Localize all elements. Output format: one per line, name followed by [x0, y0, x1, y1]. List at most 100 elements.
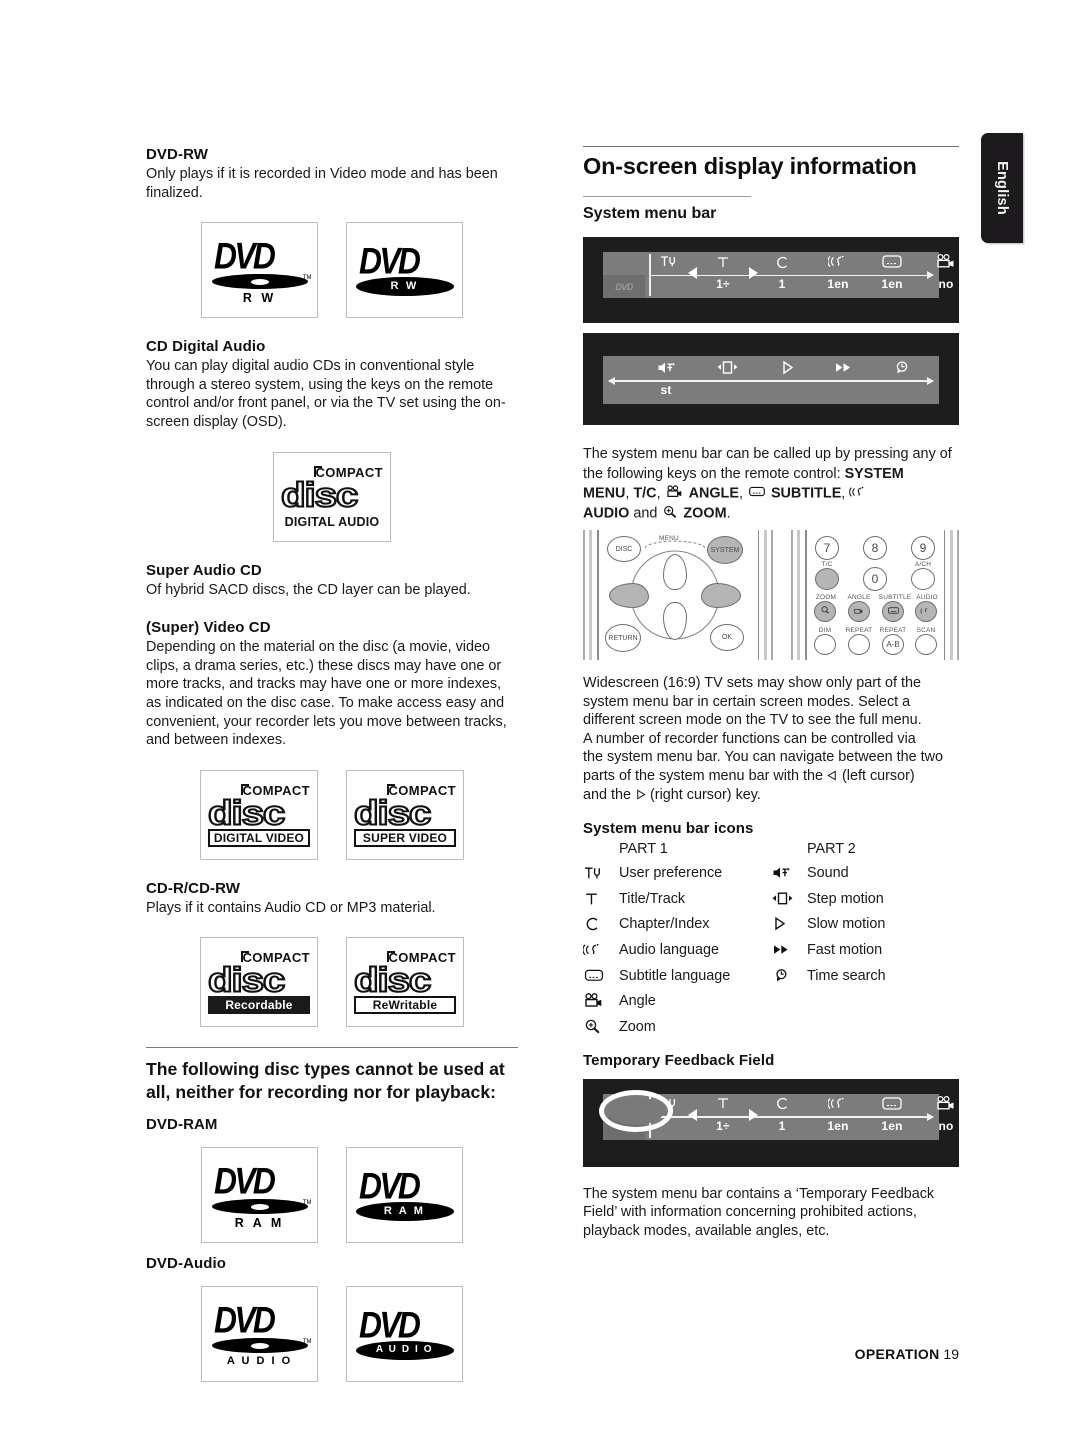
- remote-control-nav-figure: MENU DISC SYSTEM RETURN OK: [583, 530, 773, 661]
- icons-section: System menu bar icons PART 1 User prefer…: [583, 820, 959, 1039]
- repeat-ab-button[interactable]: A-B: [882, 634, 904, 656]
- angle-icon: [853, 606, 865, 618]
- chapter-index-icon: [755, 252, 809, 274]
- title-track-icon: [696, 1094, 750, 1116]
- disc-wordmark: disc: [207, 792, 287, 832]
- key-9-button[interactable]: 9: [911, 536, 935, 561]
- key-0-button[interactable]: 0: [863, 567, 887, 592]
- ok-button[interactable]: OK: [710, 624, 744, 652]
- osd-cell-zoom[interactable]: off: [971, 252, 1025, 291]
- angle-button[interactable]: [848, 601, 870, 623]
- scan-button[interactable]: [915, 634, 937, 656]
- osd-cell-time-search[interactable]: [875, 358, 929, 383]
- repeat-button[interactable]: [848, 634, 870, 656]
- osd-cell-audio-language[interactable]: 1en: [811, 1094, 865, 1133]
- dvd-ram-logo-sub-b: R A M: [383, 1205, 426, 1218]
- cd-logo-caption: DIGITAL AUDIO: [284, 514, 380, 529]
- osd-cell-title-track[interactable]: 1÷: [696, 252, 750, 291]
- subtitle-language-icon: [747, 484, 767, 504]
- osd-cell-user-preference[interactable]: [641, 252, 695, 277]
- subtitle-button[interactable]: [882, 601, 904, 623]
- cd-logo-caption: DIGITAL VIDEO: [208, 828, 310, 847]
- footer-page-number: 19: [943, 1346, 959, 1362]
- cd-r-cd-rw-logo-row: COMPACT disc Recordable COMPACT disc ReW…: [146, 937, 518, 1028]
- language-tab: English: [981, 133, 1023, 243]
- trademark-mark: TM: [302, 275, 312, 282]
- dvd-rw-heading: DVD-RW: [146, 146, 208, 163]
- osd-cell-subtitle-language[interactable]: 1en: [865, 252, 919, 291]
- sound-icon: [639, 358, 693, 380]
- osd-value-chapter-index: 1: [778, 277, 786, 291]
- osd-cell-audio-language[interactable]: 1en: [811, 252, 865, 291]
- system-button-label: SYSTEM: [710, 546, 740, 554]
- ws-line2: system menu bar in certain screen modes.…: [583, 693, 911, 710]
- chapter-index-icon: [755, 1094, 809, 1116]
- zoom-icon: [971, 252, 1025, 274]
- osd-cell-fast-motion[interactable]: [817, 358, 871, 383]
- sep4: ,: [841, 485, 850, 502]
- fast-motion-icon: [817, 358, 871, 380]
- cannot-use-heading: The following disc types cannot be used …: [146, 1047, 518, 1104]
- user-preference-icon: [583, 865, 619, 882]
- osd-value-chapter-index: 1: [778, 1118, 786, 1133]
- osd-feedback-bar: 1÷ 1 1en 1en no off: [599, 1089, 1006, 1140]
- dim-button[interactable]: [814, 634, 836, 656]
- right-cursor-icon: [635, 786, 646, 805]
- dim-key-label: DIM: [818, 627, 832, 635]
- icon-legend-table: PART 1 User preference Title/Track Chapt…: [583, 841, 959, 1039]
- subtitle-language-icon: [865, 252, 919, 274]
- title-track-icon: [696, 252, 750, 274]
- intro-line2-plain: the following keys on the remote control…: [583, 465, 845, 482]
- osd-feedback-screenshot: 1÷ 1 1en 1en no off: [583, 1078, 1006, 1167]
- ws-line6b: (left cursor): [837, 768, 915, 785]
- osd-cell-chapter-index[interactable]: 1: [755, 1094, 809, 1133]
- repeat-ab-key-label: REPEAT: [879, 627, 907, 635]
- ws-line7a: and the: [583, 786, 636, 803]
- osd-part1-bar: DVD 1÷ 1 1en 1en no off: [603, 252, 1006, 298]
- dvd-rw-logo-sub: R W: [242, 291, 277, 306]
- osd-cell-title-track[interactable]: 1÷: [696, 1094, 750, 1133]
- audio-button[interactable]: [915, 601, 937, 623]
- ach-button[interactable]: [911, 568, 935, 591]
- super-video-cd-body: Depending on the material on the disc (a…: [146, 639, 507, 749]
- super-video-cd-heading: (Super) Video CD: [146, 619, 271, 637]
- key-8-button[interactable]: 8: [863, 536, 887, 561]
- osd-value-audio-language: 1en: [827, 277, 849, 291]
- dvd-rw-logo-sub-b: R W: [390, 280, 419, 293]
- sep2: ,: [656, 485, 665, 502]
- osd-cell-chapter-index[interactable]: 1: [755, 252, 809, 291]
- zoom-button[interactable]: [814, 601, 836, 623]
- return-button[interactable]: RETURN: [605, 624, 641, 653]
- ws-line5: the system menu bar. You can navigate be…: [583, 749, 944, 766]
- cd-digital-audio-logo-row: COMPACT disc DIGITAL AUDIO: [146, 451, 518, 542]
- audio-key-label: AUDIO: [916, 594, 938, 602]
- key-menu: MENU: [583, 485, 626, 502]
- tc-button[interactable]: [815, 568, 839, 591]
- osd-cell-step-motion[interactable]: [701, 358, 755, 383]
- osd-cell-angle[interactable]: no: [919, 1094, 973, 1133]
- page-title: On-screen display information: [583, 153, 917, 179]
- list-item: Time search: [771, 963, 959, 989]
- osd-cell-subtitle-language[interactable]: 1en: [865, 1094, 919, 1133]
- cd-digital-audio-body: You can play digital audio CDs in conven…: [146, 358, 506, 430]
- repeat-key-label: REPEAT: [845, 627, 873, 635]
- cd-r-cd-rw-heading: CD-R/CD-RW: [146, 879, 241, 897]
- zoom-key-label: ZOOM: [815, 594, 837, 602]
- osd-cell-angle[interactable]: no: [919, 252, 973, 291]
- dvd-ram-logo-row: DVD TM R A M DVD R A M: [146, 1147, 518, 1244]
- dvd-ram-logo-a: DVD TM R A M: [201, 1147, 318, 1244]
- osd-part2-bar: st: [603, 356, 939, 404]
- angle-icon: [919, 252, 973, 274]
- key-7-button[interactable]: 7: [815, 536, 839, 561]
- key-0-label: 0: [871, 572, 879, 587]
- dvd-rw-logo-b: DVD R W: [346, 222, 463, 319]
- subtitle-language-icon: [583, 968, 619, 983]
- cursor-up-button[interactable]: [663, 554, 687, 591]
- zoom-icon: [583, 1019, 619, 1035]
- disc-button[interactable]: DISC: [607, 536, 641, 563]
- osd-cell-sound[interactable]: st: [639, 358, 693, 397]
- remote-control-figures: MENU DISC SYSTEM RETURN OK 7 8 9 T/C A/C…: [583, 530, 959, 661]
- osd-cell-zoom[interactable]: off: [971, 1094, 1025, 1133]
- osd-cell-slow-motion[interactable]: [761, 358, 815, 383]
- system-button[interactable]: SYSTEM: [707, 536, 743, 565]
